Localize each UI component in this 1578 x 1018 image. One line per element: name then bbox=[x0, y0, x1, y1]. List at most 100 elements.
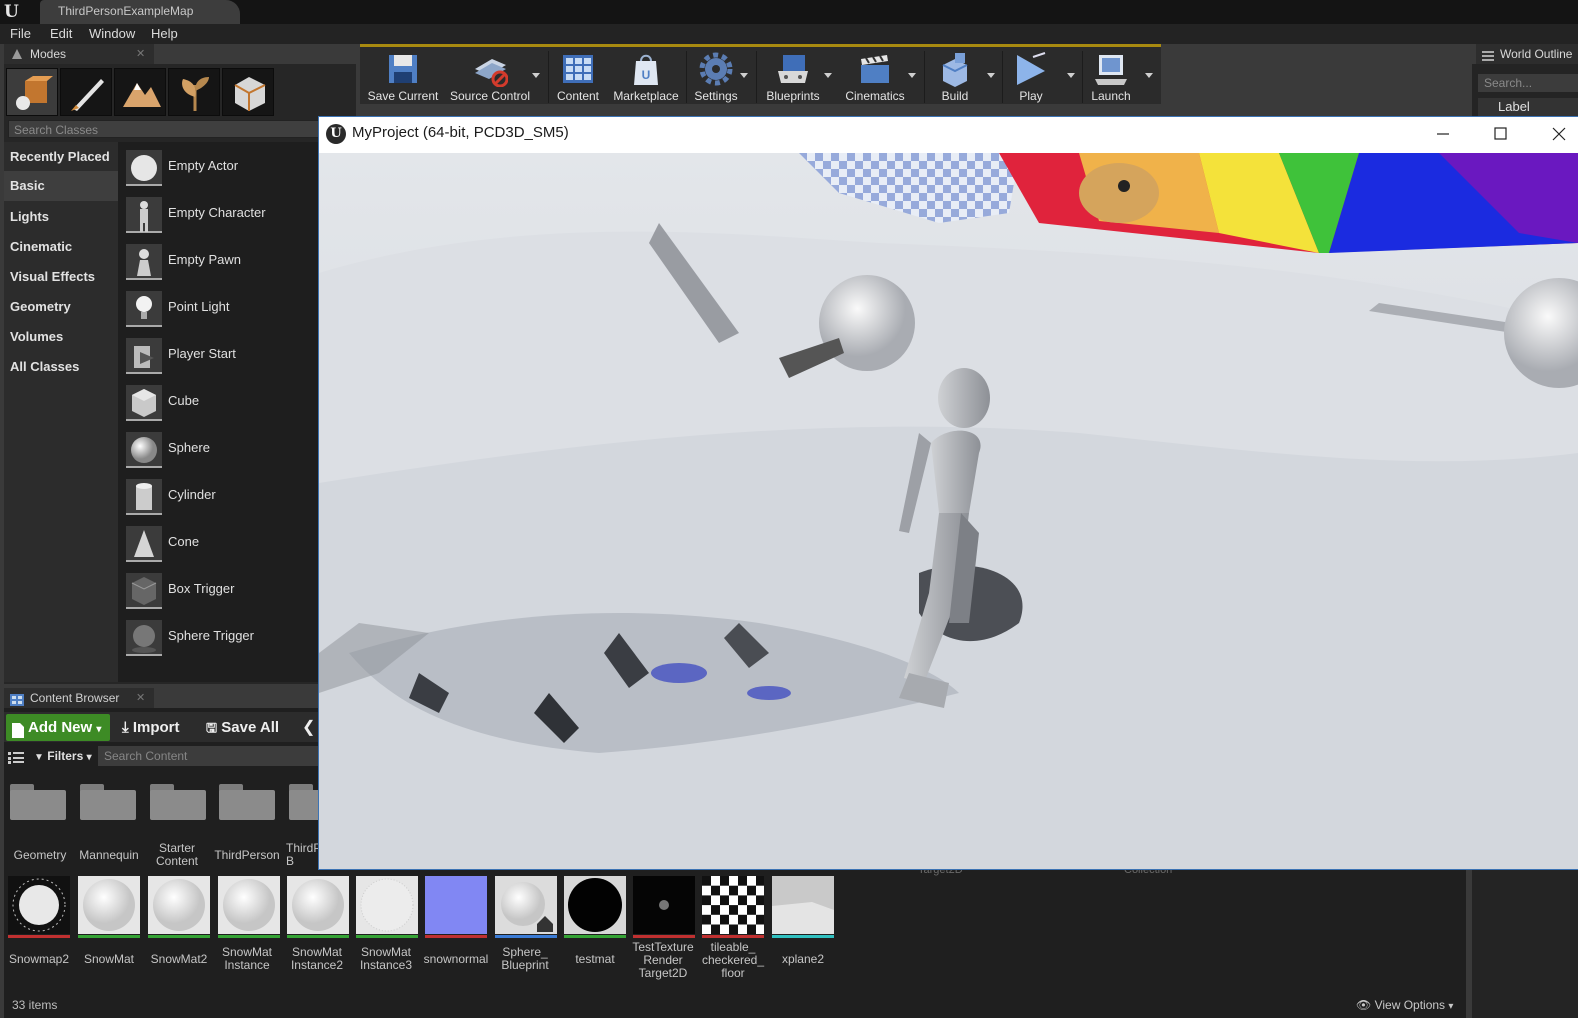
settings-dropdown-icon[interactable] bbox=[740, 73, 748, 81]
landscape-mode-button[interactable] bbox=[114, 68, 166, 116]
asset-testmat[interactable] bbox=[564, 876, 626, 938]
cinematics-dropdown-icon[interactable] bbox=[908, 73, 916, 81]
category-recently-placed[interactable]: Recently Placed bbox=[10, 149, 110, 164]
category-volumes[interactable]: Volumes bbox=[10, 329, 63, 344]
play-dropdown-icon[interactable] bbox=[1067, 73, 1075, 81]
list-item[interactable]: Cone bbox=[126, 522, 326, 564]
list-item[interactable]: Point Light bbox=[126, 287, 326, 329]
menu-edit[interactable]: Edit bbox=[50, 26, 72, 41]
asset-label: SnowMat Instance bbox=[221, 945, 273, 972]
item-count-label: 33 items bbox=[12, 998, 58, 1012]
view-options-button[interactable]: 👁 View Options ▾ bbox=[1356, 998, 1453, 1012]
content-browser-tab[interactable]: Content Browser ✕ bbox=[4, 688, 154, 708]
play-button[interactable]: Play bbox=[1006, 49, 1056, 105]
import-button[interactable]: ⤓ Import bbox=[122, 714, 179, 741]
close-icon[interactable]: ✕ bbox=[136, 44, 145, 64]
folder-geometry[interactable] bbox=[10, 784, 68, 822]
paint-mode-button[interactable] bbox=[60, 68, 112, 116]
category-geometry[interactable]: Geometry bbox=[10, 299, 71, 314]
cinematics-button[interactable]: Cinematics bbox=[838, 49, 912, 105]
category-all-classes[interactable]: All Classes bbox=[10, 359, 79, 374]
asset-tileable-checkered-floor[interactable] bbox=[702, 876, 764, 938]
outliner-search-input[interactable]: Search... bbox=[1478, 74, 1578, 92]
search-classes-input[interactable]: Search Classes bbox=[8, 120, 326, 138]
asset-sphere-blueprint[interactable] bbox=[495, 876, 557, 938]
minimize-icon[interactable] bbox=[1428, 120, 1458, 150]
category-basic[interactable]: Basic bbox=[4, 171, 118, 201]
list-item[interactable]: Sphere bbox=[126, 428, 326, 470]
asset-snowmat[interactable] bbox=[78, 876, 140, 938]
asset-type-stripe bbox=[702, 935, 764, 938]
asset-snowmat2[interactable] bbox=[148, 876, 210, 938]
category-cinematic[interactable]: Cinematic bbox=[10, 239, 72, 254]
close-icon[interactable]: ✕ bbox=[136, 688, 145, 708]
content-button[interactable]: Content bbox=[552, 49, 604, 105]
blueprints-dropdown-icon[interactable] bbox=[824, 73, 832, 81]
list-item[interactable]: Sphere Trigger bbox=[126, 616, 326, 658]
content-browser-icon bbox=[10, 692, 24, 706]
save-current-button[interactable]: Save Current bbox=[364, 49, 442, 105]
close-icon[interactable] bbox=[1544, 120, 1574, 150]
level-tab[interactable]: ThirdPersonExampleMap bbox=[40, 0, 240, 24]
foliage-mode-button[interactable] bbox=[168, 68, 220, 116]
asset-label: snownormal bbox=[423, 952, 489, 966]
asset-type-stripe bbox=[495, 935, 557, 938]
folder-mannequin[interactable] bbox=[80, 784, 138, 822]
asset-snowmat-instance2[interactable] bbox=[287, 876, 349, 938]
asset-label: Snowmap2 bbox=[8, 952, 70, 966]
chevron-down-icon: ▾ bbox=[96, 724, 102, 735]
menu-window[interactable]: Window bbox=[89, 26, 135, 41]
search-content-input[interactable]: Search Content bbox=[98, 746, 318, 766]
snow-scene-render bbox=[319, 153, 1578, 869]
blueprints-button[interactable]: Blueprints bbox=[760, 49, 826, 105]
toolbar-separator bbox=[1082, 51, 1083, 103]
cone-icon bbox=[126, 526, 162, 562]
launch-button[interactable]: Launch bbox=[1086, 49, 1136, 105]
list-item[interactable]: Empty Pawn bbox=[126, 240, 326, 282]
list-item[interactable]: Box Trigger bbox=[126, 569, 326, 611]
list-item[interactable]: Player Start bbox=[126, 334, 326, 376]
game-viewport[interactable] bbox=[319, 153, 1578, 869]
folder-thirdpersonbp[interactable] bbox=[289, 784, 318, 822]
modes-tab[interactable]: Modes ✕ bbox=[4, 44, 154, 64]
folder-starter-content[interactable] bbox=[150, 784, 208, 822]
asset-snowmap2[interactable] bbox=[8, 876, 70, 938]
menu-file[interactable]: File bbox=[10, 26, 31, 41]
asset-xplane2[interactable] bbox=[772, 876, 834, 938]
back-arrow-icon[interactable]: ❮ bbox=[302, 714, 318, 741]
save-all-button[interactable]: 🖫 Save All bbox=[206, 714, 279, 741]
build-button[interactable]: Build bbox=[928, 49, 982, 105]
unreal-logo-icon[interactable]: U bbox=[4, 2, 26, 22]
menu-help[interactable]: Help bbox=[151, 26, 178, 41]
sources-toggle-icon[interactable] bbox=[8, 750, 24, 764]
settings-button[interactable]: Settings bbox=[690, 49, 742, 105]
place-mode-button[interactable] bbox=[6, 68, 58, 116]
asset-snowmat-instance[interactable] bbox=[218, 876, 280, 938]
world-outliner-tab[interactable]: World Outline bbox=[1476, 44, 1578, 64]
pawn-icon bbox=[126, 244, 162, 280]
asset-label: tileable_ checkered_ floor bbox=[701, 940, 765, 980]
outliner-label-column-header[interactable]: Label bbox=[1478, 98, 1578, 116]
filter-funnel-icon: ▼ bbox=[34, 752, 44, 763]
marketplace-button[interactable]: U Marketplace bbox=[610, 49, 682, 105]
asset-testtexture-render-target2d[interactable] bbox=[633, 876, 695, 938]
category-visual-effects[interactable]: Visual Effects bbox=[10, 269, 95, 284]
folder-thirdperson[interactable] bbox=[219, 784, 277, 822]
add-new-button[interactable]: Add New ▾ bbox=[6, 714, 110, 741]
filters-button[interactable]: ▼ Filters ▾ bbox=[6, 746, 98, 766]
source-control-button[interactable]: Source Control bbox=[446, 49, 534, 105]
build-dropdown-icon[interactable] bbox=[987, 73, 995, 81]
toolbar-separator bbox=[1002, 51, 1003, 103]
asset-snowmat-instance3[interactable] bbox=[356, 876, 418, 938]
maximize-icon[interactable] bbox=[1486, 120, 1516, 150]
geometry-mode-button[interactable] bbox=[222, 68, 274, 116]
list-item[interactable]: Empty Character bbox=[126, 193, 326, 235]
list-item[interactable]: Empty Actor bbox=[126, 146, 326, 188]
source-control-dropdown-icon[interactable] bbox=[532, 73, 540, 81]
launch-dropdown-icon[interactable] bbox=[1145, 73, 1153, 81]
asset-snownormal[interactable] bbox=[425, 876, 487, 938]
list-item[interactable]: Cylinder bbox=[126, 475, 326, 517]
list-item[interactable]: Cube bbox=[126, 381, 326, 423]
svg-text:U: U bbox=[642, 68, 651, 82]
category-lights[interactable]: Lights bbox=[10, 209, 49, 224]
